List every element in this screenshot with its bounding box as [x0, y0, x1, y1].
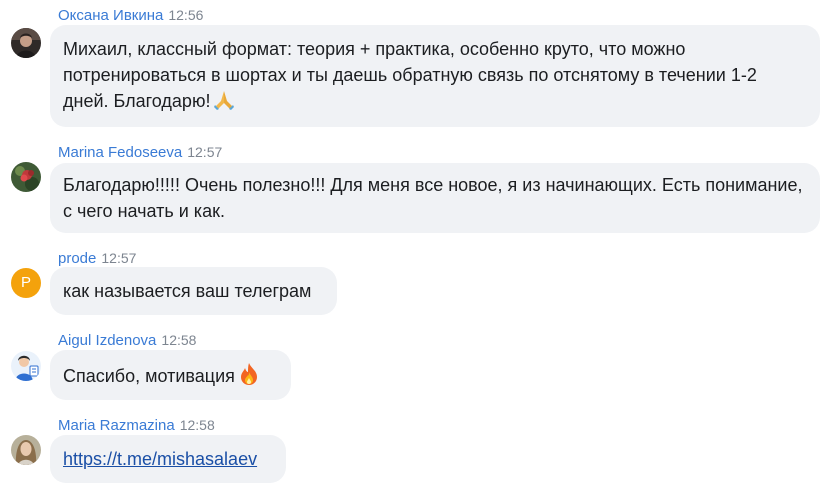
message-time[interactable]: 12:58 [161, 332, 196, 348]
message-text: Спасибо, мотивация [63, 366, 235, 386]
author-name[interactable]: prode [58, 250, 96, 267]
message-bubble: Спасибо, мотивация [50, 350, 291, 400]
message-time[interactable]: 12:57 [187, 144, 222, 160]
chat-message-list: Оксана Ивкина 12:56 Михаил, классный форм… [0, 0, 826, 487]
message-time[interactable]: 12:58 [180, 417, 215, 433]
chat-message: Aigul Izdenova 12:58 Спасибо, мотивация [0, 330, 826, 402]
message-text: Благодарю!!!!! Очень полезно!!! Для меня… [63, 175, 803, 221]
user-avatar[interactable] [11, 28, 41, 58]
message-bubble: Благодарю!!!!! Очень полезно!!! Для меня… [50, 163, 820, 233]
message-header: Оксана Ивкина 12:56 [58, 5, 203, 25]
illustration-avatar [11, 351, 41, 381]
fire-icon [238, 362, 260, 393]
chat-message: prode 12:57 P как называется ваш телеграм [0, 248, 826, 318]
author-name[interactable]: Оксана Ивкина [58, 7, 163, 24]
author-name[interactable]: Marina Fedoseeva [58, 144, 182, 161]
message-header: Aigul Izdenova 12:58 [58, 330, 196, 350]
chat-message: Оксана Ивкина 12:56 Михаил, классный форм… [0, 5, 826, 130]
user-photo-avatar [11, 28, 41, 58]
message-text: как называется ваш телеграм [63, 281, 312, 301]
message-header: Marina Fedoseeva 12:57 [58, 142, 222, 162]
flower-photo-avatar [11, 162, 41, 192]
message-time[interactable]: 12:56 [168, 7, 203, 23]
letter-avatar[interactable]: P [11, 268, 41, 298]
chat-message: Maria Razmazina 12:58 https://t.me/mishas… [0, 415, 826, 487]
message-bubble: https://t.me/mishasalaev [50, 435, 286, 483]
chat-message: Marina Fedoseeva 12:57 Благодарю!!!!! Оче… [0, 142, 826, 234]
user-avatar[interactable] [11, 351, 41, 381]
user-avatar[interactable] [11, 162, 41, 192]
user-photo-avatar [11, 435, 41, 465]
user-avatar[interactable] [11, 435, 41, 465]
author-name[interactable]: Maria Razmazina [58, 417, 175, 434]
message-header: Maria Razmazina 12:58 [58, 415, 215, 435]
message-bubble: как называется ваш телеграм [50, 267, 337, 315]
folded-hands-icon [213, 89, 235, 118]
telegram-link[interactable]: https://t.me/mishasalaev [63, 449, 257, 469]
author-name[interactable]: Aigul Izdenova [58, 332, 156, 349]
message-bubble: Михаил, классный формат: теория + практи… [50, 25, 820, 127]
message-time[interactable]: 12:57 [101, 250, 136, 266]
message-header: prode 12:57 [58, 248, 136, 268]
message-text: Михаил, классный формат: теория + практи… [63, 39, 757, 111]
